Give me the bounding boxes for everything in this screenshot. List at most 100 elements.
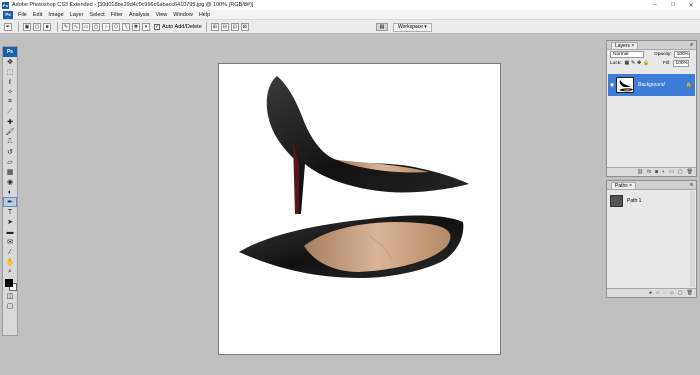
chevron-down-icon[interactable]: ▾ bbox=[142, 22, 150, 31]
fill-pixels-icon[interactable]: ■ bbox=[43, 22, 51, 31]
opacity-input[interactable]: 100% bbox=[673, 51, 690, 58]
rectangle-icon[interactable]: ▭ bbox=[82, 22, 90, 31]
ellipse-icon[interactable]: ○ bbox=[102, 22, 110, 31]
menu-analysis[interactable]: Analysis bbox=[129, 12, 149, 18]
pen-preset-icon[interactable]: ✒ bbox=[4, 22, 12, 31]
fill-input[interactable]: 100% bbox=[672, 60, 689, 67]
screen-mode-icon[interactable]: ▢ bbox=[3, 301, 17, 311]
hand-tool-icon[interactable]: ✋ bbox=[3, 257, 17, 267]
polygon-icon[interactable]: ⬡ bbox=[112, 22, 120, 31]
add-mask-icon[interactable]: ◙ bbox=[655, 169, 658, 175]
line-icon[interactable]: ╲ bbox=[122, 22, 130, 31]
tab-paths[interactable]: Paths × bbox=[611, 181, 637, 189]
new-path-icon[interactable]: ▢ bbox=[678, 290, 683, 296]
trash-icon[interactable]: 🗑 bbox=[687, 169, 693, 175]
layer-background[interactable]: ◉ Background 🔒 bbox=[608, 74, 695, 96]
menu-layer[interactable]: Layer bbox=[70, 12, 84, 18]
menu-edit[interactable]: Edit bbox=[33, 12, 42, 18]
make-work-path-icon[interactable]: ◇ bbox=[670, 290, 674, 296]
lasso-tool-icon[interactable]: ℓ bbox=[3, 77, 17, 87]
shape-layers-icon[interactable]: ▣ bbox=[23, 22, 31, 31]
menu-view[interactable]: View bbox=[155, 12, 167, 18]
pen-icon[interactable]: ✎ bbox=[62, 22, 70, 31]
photoshop-app-icon: Ps bbox=[2, 1, 9, 9]
stroke-path-icon[interactable]: ○ bbox=[656, 290, 659, 296]
panel-menu-icon[interactable]: ≡ bbox=[690, 182, 693, 188]
shape-tool-icon[interactable]: ▬ bbox=[3, 227, 17, 237]
paths-mode-icon[interactable]: ▢ bbox=[33, 22, 41, 31]
exclude-path-area-icon[interactable]: ⊠ bbox=[240, 22, 249, 31]
menu-select[interactable]: Select bbox=[89, 12, 104, 18]
type-tool-icon[interactable]: T bbox=[3, 207, 17, 217]
bridge-icon[interactable]: ▤ bbox=[376, 23, 388, 31]
load-selection-icon[interactable]: ◌ bbox=[663, 290, 666, 296]
paths-footer: ● ○ ◌ ◇ ▢ 🗑 bbox=[607, 288, 696, 297]
workspace-button[interactable]: Workspace ▾ bbox=[393, 22, 432, 32]
layers-footer: ⛓ fx ◙ ◐ ▭ ▢ 🗑 bbox=[607, 167, 696, 176]
lock-image-icon[interactable]: ✎ bbox=[631, 61, 635, 66]
menu-bar: Ps File Edit Image Layer Select Filter A… bbox=[0, 10, 700, 20]
menu-window[interactable]: Window bbox=[173, 12, 193, 18]
dodge-tool-icon[interactable]: ◐ bbox=[3, 187, 17, 197]
menu-image[interactable]: Image bbox=[48, 12, 63, 18]
fill-label: Fill: bbox=[663, 61, 671, 66]
lock-transparency-icon[interactable]: ▦ bbox=[624, 61, 629, 66]
ps-logo-icon: Ps bbox=[3, 10, 13, 19]
checkmark-icon[interactable]: ✓ bbox=[154, 23, 160, 30]
marquee-tool-icon[interactable]: ⬚ bbox=[3, 67, 17, 77]
menu-help[interactable]: Help bbox=[199, 12, 210, 18]
freeform-pen-icon[interactable]: ∿ bbox=[72, 22, 80, 31]
trash-icon[interactable]: 🗑 bbox=[687, 290, 693, 296]
document-canvas[interactable] bbox=[218, 63, 501, 355]
slice-tool-icon[interactable]: ⟋ bbox=[3, 107, 17, 117]
close-button[interactable]: ✕ bbox=[682, 0, 700, 10]
path-thumbnail bbox=[610, 195, 623, 207]
zoom-tool-icon[interactable]: ⌕ bbox=[3, 267, 17, 277]
path-item[interactable]: Path 1 bbox=[608, 193, 695, 209]
intersect-path-area-icon[interactable]: ⊡ bbox=[230, 22, 239, 31]
subtract-path-area-icon[interactable]: ⊟ bbox=[220, 22, 229, 31]
eyedropper-tool-icon[interactable]: ⁄ bbox=[3, 247, 17, 257]
crop-tool-icon[interactable]: ⌗ bbox=[3, 97, 17, 107]
layer-name[interactable]: Background bbox=[638, 82, 665, 88]
link-layers-icon[interactable]: ⛓ bbox=[637, 169, 643, 175]
paths-scrollbar[interactable] bbox=[690, 191, 695, 287]
lock-all-icon[interactable]: 🔒 bbox=[643, 61, 649, 66]
gradient-tool-icon[interactable]: ▦ bbox=[3, 167, 17, 177]
magic-wand-tool-icon[interactable]: ✧ bbox=[3, 87, 17, 97]
stamp-tool-icon[interactable]: ⎍ bbox=[3, 137, 17, 147]
lock-position-icon[interactable]: ✥ bbox=[637, 61, 641, 66]
quick-mask-icon[interactable]: ◫ bbox=[3, 291, 17, 301]
eye-icon[interactable]: ◉ bbox=[608, 82, 616, 88]
path-select-tool-icon[interactable]: ➤ bbox=[3, 217, 17, 227]
custom-shape-icon[interactable]: ✱ bbox=[132, 22, 140, 31]
notes-tool-icon[interactable]: ✉ bbox=[3, 237, 17, 247]
path-name[interactable]: Path 1 bbox=[627, 198, 641, 204]
add-path-area-icon[interactable]: ⊞ bbox=[210, 22, 219, 31]
new-group-icon[interactable]: ▭ bbox=[669, 169, 674, 175]
panel-menu-icon[interactable]: ≡ bbox=[690, 42, 693, 48]
eraser-tool-icon[interactable]: ▱ bbox=[3, 157, 17, 167]
move-tool-icon[interactable]: ✥ bbox=[3, 57, 17, 67]
foreground-color-swatch[interactable] bbox=[5, 279, 13, 287]
layer-style-icon[interactable]: fx bbox=[647, 169, 651, 175]
healing-tool-icon[interactable]: ✚ bbox=[3, 117, 17, 127]
blur-tool-icon[interactable]: ◉ bbox=[3, 177, 17, 187]
fill-path-icon[interactable]: ● bbox=[649, 290, 652, 296]
pen-tool-icon[interactable]: ✒ bbox=[3, 197, 17, 207]
lock-row: Lock: ▦ ✎ ✥ 🔒 Fill: 100% bbox=[607, 59, 696, 68]
menu-filter[interactable]: Filter bbox=[111, 12, 123, 18]
tab-layers[interactable]: Layers × bbox=[611, 41, 639, 49]
brush-tool-icon[interactable]: 🖌 bbox=[3, 127, 17, 137]
adjustment-layer-icon[interactable]: ◐ bbox=[662, 169, 665, 175]
window-controls: – □ ✕ bbox=[646, 0, 700, 10]
minimize-button[interactable]: – bbox=[646, 0, 664, 10]
blend-mode-select[interactable]: Normal bbox=[610, 51, 644, 58]
auto-add-delete-checkbox[interactable]: ✓ Auto Add/Delete bbox=[154, 23, 202, 30]
menu-file[interactable]: File bbox=[18, 12, 27, 18]
title-bar: Ps Adobe Photoshop CS3 Extended - [30d01… bbox=[0, 0, 700, 10]
rounded-rectangle-icon[interactable]: ▢ bbox=[92, 22, 100, 31]
new-layer-icon[interactable]: ▢ bbox=[678, 169, 683, 175]
history-brush-tool-icon[interactable]: ↺ bbox=[3, 147, 17, 157]
maximize-button[interactable]: □ bbox=[664, 0, 682, 10]
